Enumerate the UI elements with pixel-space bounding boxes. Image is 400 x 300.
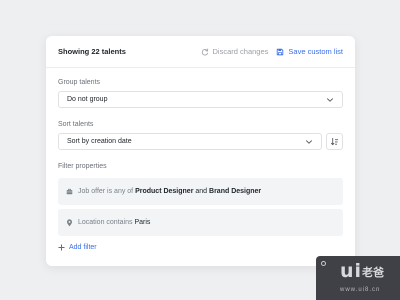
save-custom-list-button[interactable]: Save custom list xyxy=(276,47,343,56)
sort-order-button[interactable] xyxy=(326,133,343,150)
watermark-domain: www.ui8.cn xyxy=(340,287,381,293)
briefcase-icon xyxy=(66,188,73,195)
add-filter-label: Add filter xyxy=(69,244,97,251)
sort-select-value: Sort by creation date xyxy=(67,138,132,145)
sort-order-icon xyxy=(330,137,339,146)
watermark-glyphs: 老爸 xyxy=(362,267,384,279)
discard-changes-label: Discard changes xyxy=(212,47,269,56)
location-filter-prefix: Location contains xyxy=(78,219,133,226)
chevron-down-icon xyxy=(305,139,313,145)
location-filter-row[interactable]: Location contains Paris xyxy=(58,209,343,236)
job-filter-prefix: Job offer is any of xyxy=(78,188,134,195)
filter-section: Filter properties xyxy=(58,163,343,170)
talent-count-title: Showing 22 talents xyxy=(58,47,126,56)
job-offer-filter-row[interactable]: Job offer is any of Product Designer and… xyxy=(58,178,343,205)
chevron-down-icon xyxy=(326,97,334,103)
discard-changes-button[interactable]: Discard changes xyxy=(201,47,269,56)
job-filter-value-1: Product Designer xyxy=(135,188,194,195)
group-talents-label: Group talents xyxy=(58,79,101,86)
job-offer-filter-text: Job offer is any of Product Designer and… xyxy=(78,188,261,195)
location-filter-value: Paris xyxy=(134,219,151,226)
sort-talents-label: Sort talents xyxy=(58,121,94,128)
sort-talents-select[interactable]: Sort by creation date xyxy=(58,133,322,150)
location-filter-text: Location contains Paris xyxy=(78,219,150,226)
plus-icon xyxy=(58,244,65,251)
filter-list-2: Location contains Paris xyxy=(58,209,343,236)
filter-properties-label: Filter properties xyxy=(58,163,107,170)
group-section: Group talents xyxy=(58,79,343,86)
job-filter-joiner: and xyxy=(195,188,208,195)
group-select-value: Do not group xyxy=(67,96,108,103)
save-icon xyxy=(276,48,284,56)
filter-list: Job offer is any of Product Designer and… xyxy=(58,178,343,205)
watermark-mark: ui xyxy=(340,260,363,282)
refresh-icon xyxy=(201,48,209,56)
talent-list-panel: Showing 22 talents Discard changes Save … xyxy=(46,36,355,266)
group-talents-select[interactable]: Do not group xyxy=(58,91,343,108)
add-filter-button[interactable]: Add filter xyxy=(58,244,97,251)
sort-controls: Sort by creation date xyxy=(58,133,343,150)
save-custom-list-label: Save custom list xyxy=(288,47,343,56)
watermark-dot xyxy=(321,261,326,266)
sort-section: Sort talents xyxy=(58,121,343,128)
location-pin-icon xyxy=(66,218,73,227)
watermark-badge: ui 老爸 www.ui8.cn xyxy=(316,256,400,300)
group-select-wrapper: Do not group xyxy=(58,91,343,108)
panel-header: Showing 22 talents Discard changes Save … xyxy=(46,36,355,68)
job-filter-value-2: Brand Designer xyxy=(209,188,262,195)
